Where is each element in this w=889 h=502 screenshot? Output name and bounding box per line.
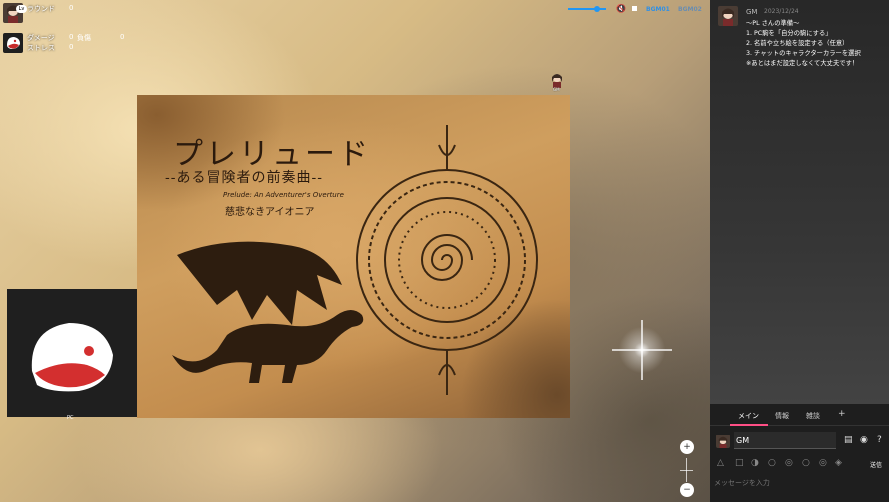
magic-circle-icon [356,125,538,395]
square-icon[interactable]: □ [735,458,744,468]
damage-value: 0 [69,33,74,41]
scenario-subtitle: --ある冒険者の前奏曲-- [165,170,323,186]
sparkle-effect [612,320,672,380]
pc-token-label: PC [67,415,74,421]
chat-panel: GM 2023/12/24 〜PL さんの準備〜 1. PC駒を「自分の駒にする… [710,0,889,502]
volume-slider-track[interactable] [568,8,606,10]
level-badge: Lv [16,5,27,13]
dice-d20-icon[interactable]: ◈ [835,458,842,468]
speaker-name-field[interactable]: GM [734,432,836,449]
zoom-in-icon: + [683,442,691,452]
warning-icon[interactable]: △ [717,458,724,468]
pc-bird-icon [31,323,114,392]
chat-message-input[interactable] [714,476,884,490]
round-value: 0 [69,4,74,12]
round-label: ラウンド [27,5,55,13]
add-tab-button[interactable]: + [838,409,846,419]
zoom-in-button[interactable]: + [680,440,694,454]
chat-tabs: メイン 情報 雑談 + [710,404,889,426]
message-line: 1. PC駒を「自分の駒にする」 [746,30,832,37]
tab-chitchat[interactable]: 雑談 [806,411,820,421]
pc-token-card[interactable] [7,289,137,417]
message-timestamp: 2023/12/24 [764,8,799,15]
mute-icon[interactable]: 🔇 [616,4,626,13]
message-avatar [718,6,738,26]
stress-value: 0 [69,43,74,51]
scenario-author: 慈悲なきアイオニア [225,207,315,218]
message-sender: GM [746,8,758,16]
bgm1-button[interactable]: BGM01 [646,6,670,13]
stress-label: ストレス [27,44,55,52]
message-line: 〜PL さんの準備〜 [746,20,800,27]
stop-icon[interactable] [632,6,637,11]
gm-token[interactable] [549,72,565,88]
send-button[interactable]: 送信 [870,460,882,469]
dice-d8-icon[interactable]: ◎ [785,458,793,468]
palette-icon[interactable]: ◉ [860,435,868,445]
zoom-out-icon: − [683,485,691,495]
gm-token-label: GM [553,87,560,92]
character-status-panel: ダメージ 0 負傷 0 ストレス 0 [3,33,133,55]
zoom-level-marker[interactable] [680,470,693,471]
volume-slider-handle[interactable] [593,6,600,12]
injury-label: 負傷 [77,34,91,42]
chat-composer: GM ▤ ◉ ? △ □ ◑ ○ ◎ ○ ◎ ◈ 送信 [710,426,889,502]
dice-d10-icon[interactable]: ○ [802,458,810,468]
round-status-panel: Lv ラウンド 0 [3,3,93,25]
game-board[interactable]: Lv ラウンド 0 ダメージ 0 負傷 0 ストレス 0 🔇 BGM01 BGM… [0,0,710,502]
dragon-illustration-icon [172,241,364,383]
scenario-cover-card[interactable]: プレリュード --ある冒険者の前奏曲-- Prelude: An Adventu… [137,95,570,418]
audio-controls: 🔇 BGM01 BGM02 [566,4,710,16]
speaker-avatar[interactable] [716,434,730,448]
message-line: 2. 名前や立ち絵を設定する（任意） [746,40,849,47]
help-icon[interactable]: ? [877,435,882,445]
tab-info[interactable]: 情報 [775,411,789,421]
dice-d12-icon[interactable]: ◎ [819,458,827,468]
tab-main[interactable]: メイン [738,411,759,421]
chat-log[interactable]: GM 2023/12/24 〜PL さんの準備〜 1. PC駒を「自分の駒にする… [710,0,889,404]
zoom-out-button[interactable]: − [680,483,694,497]
list-icon[interactable]: ▤ [844,435,853,445]
message-line: 3. チャットのキャラクターカラーを選択 [746,50,861,57]
dice-d6-icon[interactable]: ○ [768,458,776,468]
bgm2-button[interactable]: BGM02 [678,6,702,13]
damage-label: ダメージ [27,34,55,42]
injury-value: 0 [120,33,125,41]
message-line: ※あとはまだ設定しなくて大丈夫です！ [746,60,859,67]
pc-avatar[interactable] [3,33,23,53]
scenario-english-subtitle: Prelude: An Adventurer's Overture [223,191,344,199]
dice-d4-icon[interactable]: ◑ [751,458,759,468]
